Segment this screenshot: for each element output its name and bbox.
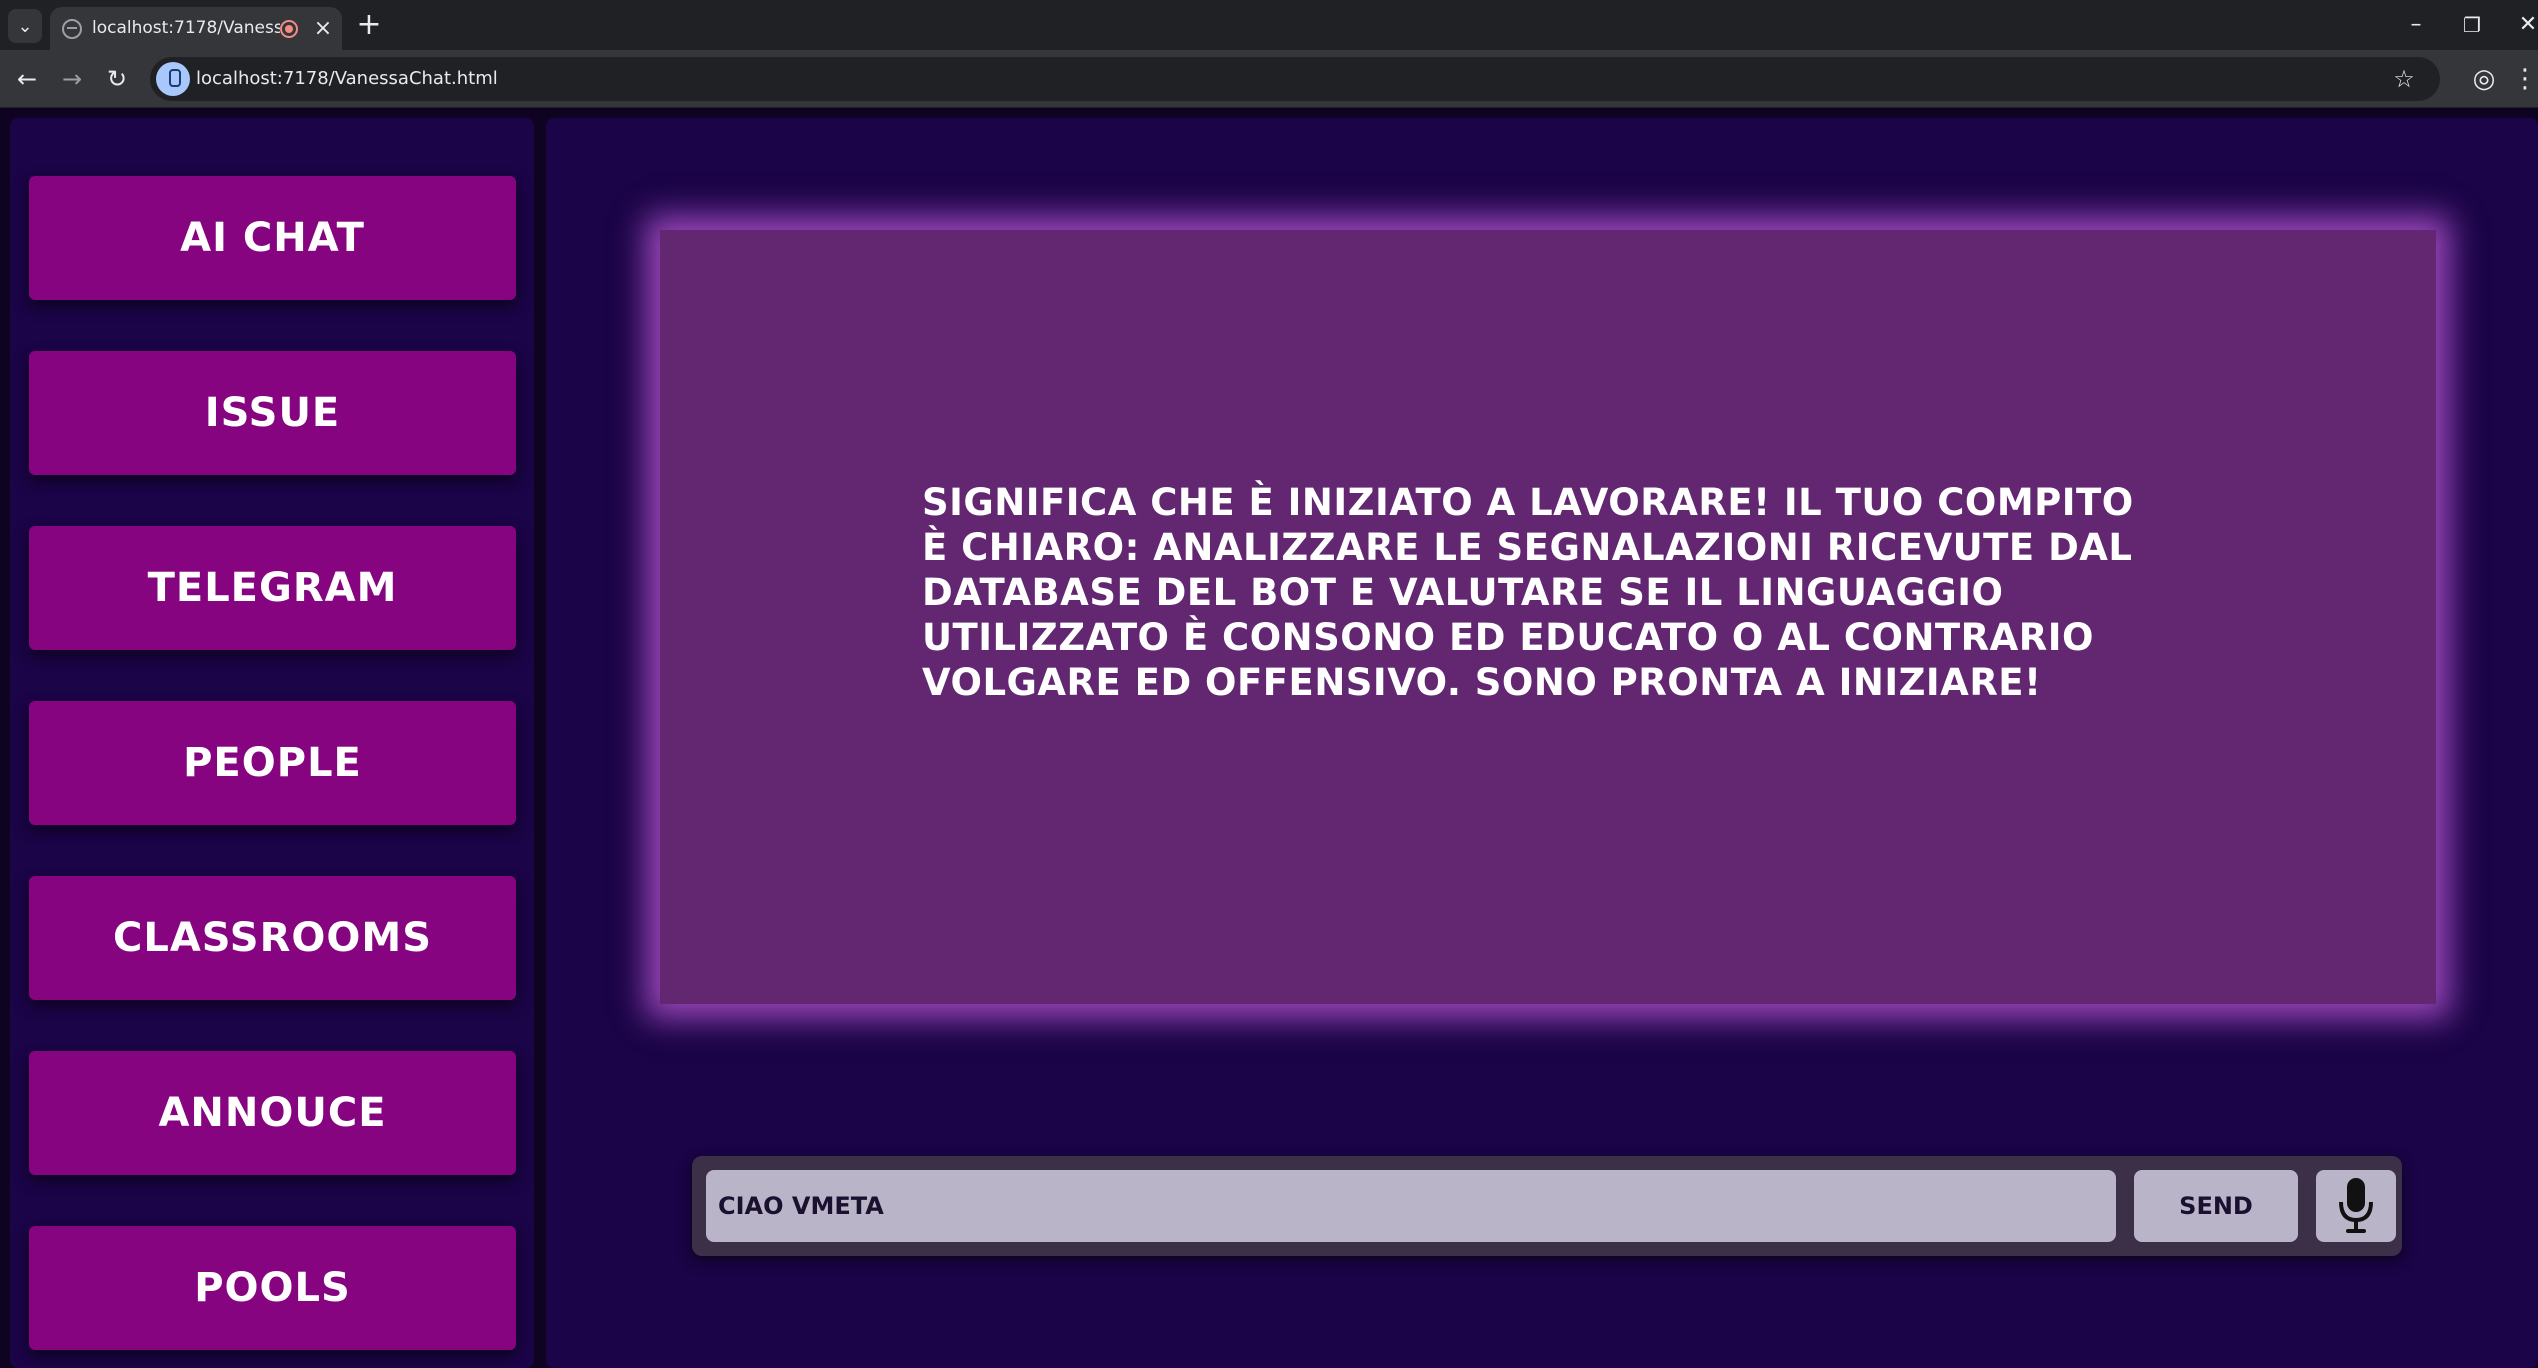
kebab-menu-icon[interactable]: ⋮ <box>2512 61 2538 97</box>
plus-icon[interactable]: + <box>352 9 386 43</box>
minimize-icon[interactable]: – <box>2396 8 2436 42</box>
star-icon[interactable]: ☆ <box>2386 61 2422 97</box>
nav-button-issue[interactable]: ISSUE <box>29 351 516 475</box>
microphone-icon <box>2339 1178 2373 1233</box>
browser-toolbar: ← → ↻ localhost:7178/VanessaChat.html ☆ … <box>0 50 2538 108</box>
nav-button-ai-chat[interactable]: AI CHAT <box>29 176 516 300</box>
nav-button-classrooms[interactable]: CLASSROOMS <box>29 876 516 1000</box>
microphone-button[interactable] <box>2316 1170 2396 1242</box>
response-card: Significa che è iniziato a lavorare! Il … <box>660 230 2436 1004</box>
restore-icon[interactable]: ❐ <box>2452 8 2492 42</box>
arrow-right-icon[interactable]: → <box>54 61 90 97</box>
send-button[interactable]: SEND <box>2134 1170 2298 1242</box>
profile-icon[interactable]: ◎ <box>2466 61 2502 97</box>
microphone-indicator-icon[interactable] <box>156 62 190 96</box>
window-close-icon[interactable]: ✕ <box>2508 8 2538 42</box>
nav-button-pools[interactable]: POOLS <box>29 1226 516 1350</box>
tab-controls: × <box>280 16 338 42</box>
page-viewport: AI CHAT ISSUE TELEGRAM PEOPLE CLASSROOMS… <box>0 108 2538 1368</box>
recording-icon <box>280 20 298 38</box>
nav-button-annouce[interactable]: ANNOUCE <box>29 1051 516 1175</box>
arrow-left-icon[interactable]: ← <box>9 61 45 97</box>
message-input[interactable] <box>706 1170 2116 1242</box>
globe-icon <box>62 19 82 39</box>
reload-icon[interactable]: ↻ <box>99 61 135 97</box>
address-bar[interactable]: localhost:7178/VanessaChat.html ☆ <box>150 57 2440 101</box>
browser-tab[interactable]: localhost:7178/VanessaChat.html × <box>50 7 342 50</box>
chevron-down-icon[interactable]: ⌄ <box>8 9 42 43</box>
nav-button-people[interactable]: PEOPLE <box>29 701 516 825</box>
close-icon[interactable]: × <box>310 16 336 42</box>
sidebar: AI CHAT ISSUE TELEGRAM PEOPLE CLASSROOMS… <box>10 118 534 1368</box>
nav-button-telegram[interactable]: TELEGRAM <box>29 526 516 650</box>
url-text[interactable]: localhost:7178/VanessaChat.html <box>196 68 498 89</box>
assistant-response: Significa che è iniziato a lavorare! Il … <box>922 481 2134 704</box>
message-composer: SEND <box>692 1156 2402 1256</box>
browser-tab-strip: ⌄ localhost:7178/VanessaChat.html × + – … <box>0 0 2538 50</box>
chat-panel: Significa che è iniziato a lavorare! Il … <box>546 118 2538 1368</box>
